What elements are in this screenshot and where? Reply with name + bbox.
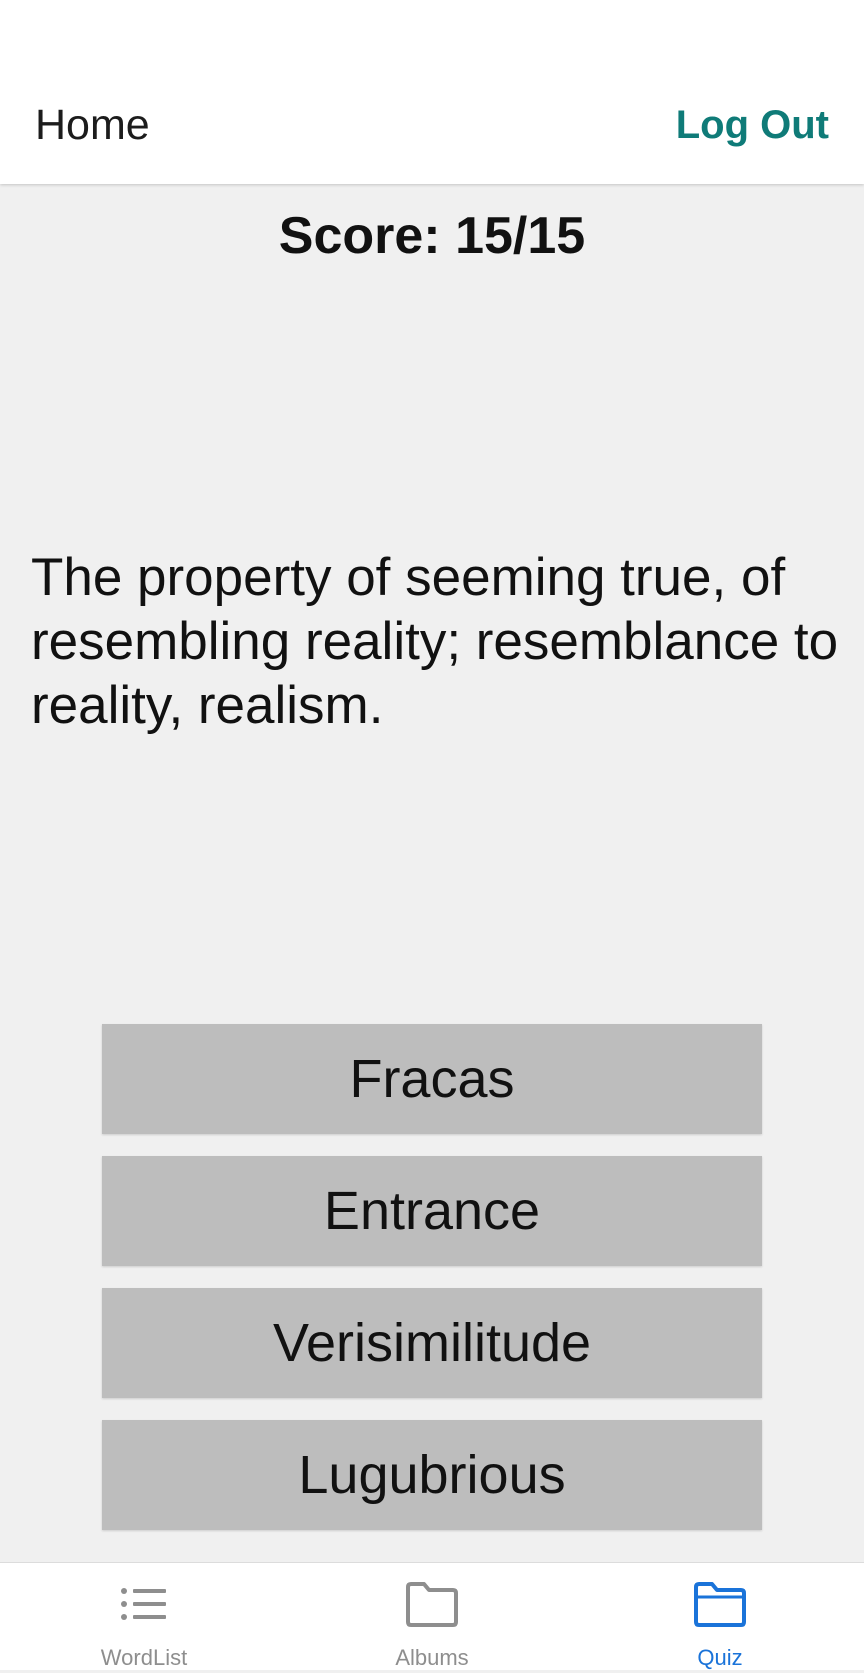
answer-option-entrance[interactable]: Entrance — [102, 1156, 762, 1266]
quiz-question: The property of seeming true, of resembl… — [31, 548, 839, 735]
tab-wordlist[interactable]: WordList — [44, 1563, 244, 1670]
answer-option-fracas[interactable]: Fracas — [102, 1024, 762, 1134]
answer-option-verisimilitude[interactable]: Verisimilitude — [102, 1288, 762, 1398]
folder-icon — [406, 1582, 458, 1627]
bottom-tab-bar: WordList Albums Quiz — [0, 1562, 864, 1670]
answer-option-lugubrious[interactable]: Lugubrious — [102, 1420, 762, 1530]
score-display: Score: 15/15 — [278, 207, 586, 265]
page-title: Home — [35, 101, 150, 149]
tab-quiz[interactable]: Quiz — [620, 1563, 820, 1670]
logout-button[interactable]: Log Out — [676, 98, 829, 152]
app-header: Home Log Out — [0, 0, 864, 184]
folder-icon — [694, 1582, 746, 1627]
tab-albums[interactable]: Albums — [332, 1563, 532, 1670]
list-icon — [121, 1588, 166, 1620]
